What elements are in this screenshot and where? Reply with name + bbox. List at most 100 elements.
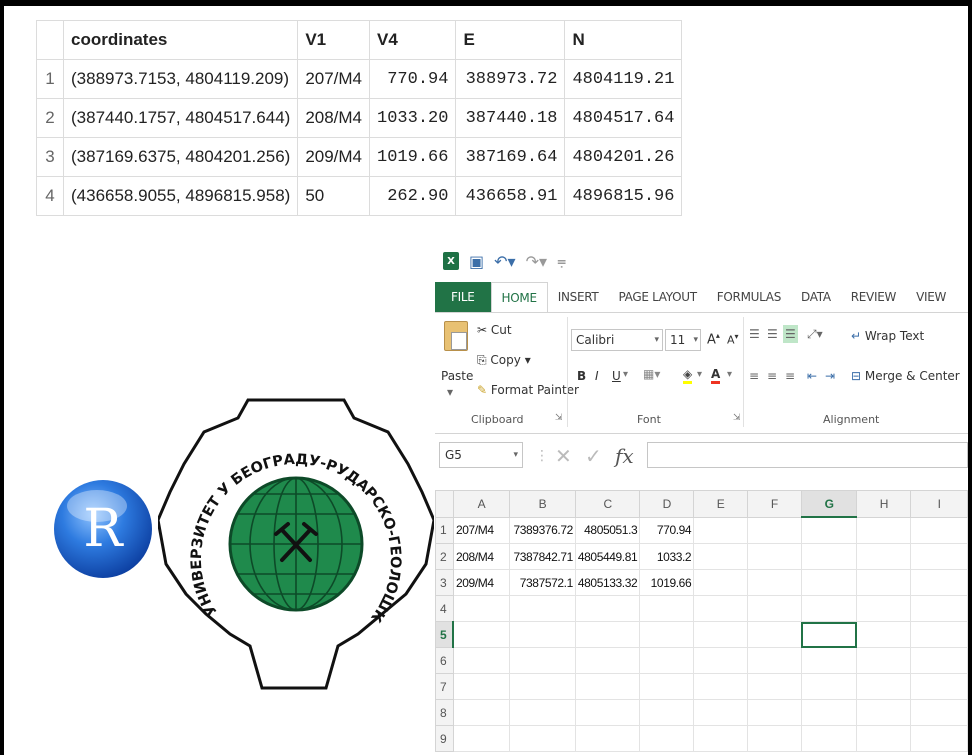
font-color-button[interactable]: A: [711, 367, 721, 384]
cell[interactable]: [800, 673, 858, 700]
copy-button[interactable]: ⎘ Copy ▾: [477, 353, 531, 368]
font-launcher-icon[interactable]: ⇲: [733, 413, 741, 423]
column-header-b[interactable]: B: [508, 490, 576, 518]
cell[interactable]: [856, 699, 912, 726]
redo-icon[interactable]: ↷▾: [526, 252, 547, 271]
cell[interactable]: [800, 569, 858, 596]
underline-dropdown-icon[interactable]: ▾: [623, 369, 628, 380]
cell-c2[interactable]: 4805449.81: [574, 543, 641, 570]
cell[interactable]: [856, 725, 912, 752]
tab-data[interactable]: DATA: [791, 282, 841, 312]
cell[interactable]: [910, 647, 968, 674]
row-header[interactable]: 1: [435, 516, 454, 544]
cell[interactable]: [856, 569, 912, 596]
cell[interactable]: [856, 595, 912, 622]
cell[interactable]: [800, 543, 858, 570]
cell[interactable]: [910, 725, 968, 752]
cell[interactable]: [508, 621, 576, 648]
cell[interactable]: [508, 673, 576, 700]
row-header[interactable]: 2: [435, 543, 454, 570]
borders-icon[interactable]: ▦▾: [643, 367, 660, 381]
cell[interactable]: [800, 516, 858, 544]
paste-dropdown-icon[interactable]: ▾: [447, 385, 453, 399]
column-header-i[interactable]: I: [910, 490, 968, 518]
increase-indent-icon[interactable]: ⇥: [825, 369, 835, 383]
cell[interactable]: [800, 595, 858, 622]
row-header[interactable]: 6: [435, 647, 454, 674]
cell[interactable]: [746, 699, 802, 726]
cell[interactable]: [639, 595, 695, 622]
column-header-g[interactable]: G: [800, 490, 858, 518]
grow-font-button[interactable]: A▴: [707, 331, 720, 347]
cell-b2[interactable]: 7387842.71: [508, 543, 576, 570]
cell[interactable]: [452, 725, 510, 752]
cell[interactable]: [746, 569, 802, 596]
cell[interactable]: [693, 543, 748, 570]
tab-insert[interactable]: INSERT: [548, 282, 609, 312]
cell[interactable]: [452, 647, 510, 674]
cell-b1[interactable]: 7389376.72: [508, 516, 576, 544]
wrap-text-button[interactable]: ↵ Wrap Text: [851, 329, 924, 343]
cell[interactable]: [452, 673, 510, 700]
cell[interactable]: [693, 595, 748, 622]
cell[interactable]: [746, 673, 802, 700]
cancel-icon[interactable]: ✕: [555, 444, 572, 468]
cell-a1[interactable]: 207/M4: [452, 516, 510, 544]
cell[interactable]: [910, 673, 968, 700]
tab-file[interactable]: FILE: [435, 282, 491, 312]
cell[interactable]: [693, 699, 748, 726]
cell[interactable]: [508, 647, 576, 674]
cell[interactable]: [910, 621, 968, 648]
enter-icon[interactable]: ✓: [585, 444, 602, 468]
cell[interactable]: [639, 725, 695, 752]
merge-center-button[interactable]: ⊟ Merge & Center: [851, 369, 960, 383]
align-left-icon[interactable]: ≡: [749, 369, 759, 383]
underline-button[interactable]: U: [612, 369, 621, 383]
cell[interactable]: [693, 621, 748, 648]
align-bottom-icon[interactable]: ☰: [783, 325, 798, 343]
name-box[interactable]: G5 ▾: [439, 442, 523, 468]
cell[interactable]: [800, 725, 858, 752]
cell-b3[interactable]: 7387572.1: [508, 569, 576, 596]
row-header[interactable]: 9: [435, 725, 454, 752]
formula-bar-handle-icon[interactable]: ⋮: [535, 448, 549, 464]
fill-color-icon[interactable]: ◈: [683, 367, 693, 384]
cell[interactable]: [452, 621, 510, 648]
cell[interactable]: [746, 621, 802, 648]
shrink-font-button[interactable]: A▾: [727, 332, 739, 347]
save-icon[interactable]: ▣: [469, 252, 484, 271]
cell[interactable]: [856, 647, 912, 674]
row-header[interactable]: 7: [435, 673, 454, 700]
cell[interactable]: [746, 725, 802, 752]
cell-c1[interactable]: 4805051.3: [574, 516, 641, 544]
align-right-icon[interactable]: ≡: [785, 369, 795, 383]
cell[interactable]: [639, 621, 695, 648]
select-all-corner[interactable]: [435, 490, 454, 518]
column-header-e[interactable]: E: [693, 490, 748, 518]
cell[interactable]: [910, 699, 968, 726]
cell[interactable]: [910, 516, 968, 544]
italic-button[interactable]: I: [595, 369, 599, 383]
cell-d3[interactable]: 1019.66: [639, 569, 695, 596]
align-middle-icon[interactable]: ☰: [767, 327, 778, 341]
row-header[interactable]: 5: [435, 621, 455, 648]
cut-button[interactable]: ✂ Cut: [477, 323, 512, 337]
cell[interactable]: [856, 673, 912, 700]
cell[interactable]: [452, 699, 510, 726]
cell[interactable]: [910, 569, 968, 596]
row-header[interactable]: 4: [435, 595, 454, 622]
orientation-icon[interactable]: ⤢▾: [807, 327, 823, 342]
cell[interactable]: [508, 595, 576, 622]
cell[interactable]: [746, 516, 802, 544]
tab-review[interactable]: REVIEW: [841, 282, 906, 312]
formula-input[interactable]: [647, 442, 968, 468]
tab-formulas[interactable]: FORMULAS: [707, 282, 791, 312]
cell[interactable]: [800, 647, 858, 674]
column-header-f[interactable]: F: [746, 490, 802, 518]
cell[interactable]: [508, 699, 576, 726]
cell[interactable]: [693, 725, 748, 752]
cell[interactable]: [856, 621, 912, 648]
cell[interactable]: [574, 647, 641, 674]
tab-page-layout[interactable]: PAGE LAYOUT: [608, 282, 706, 312]
cell[interactable]: [746, 543, 802, 570]
